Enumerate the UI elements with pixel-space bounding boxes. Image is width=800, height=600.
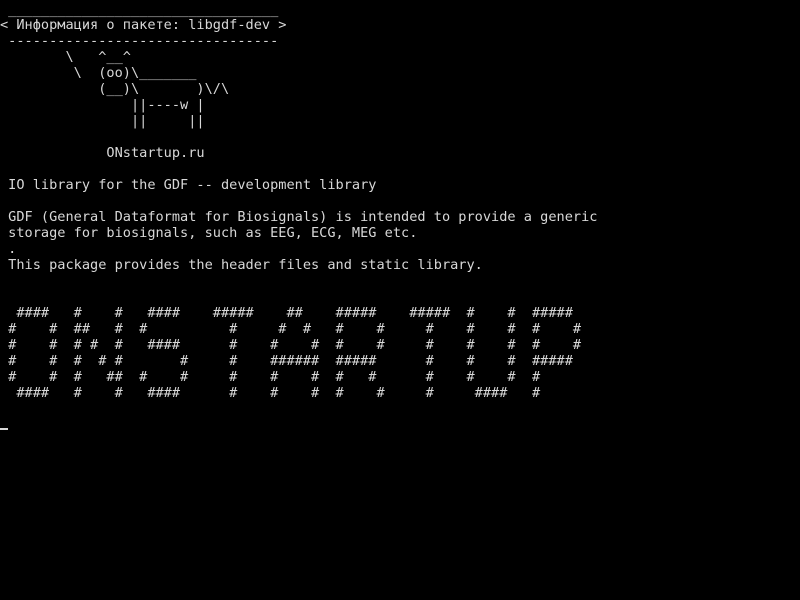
package-summary: IO library for the GDF -- development li… <box>0 177 377 193</box>
ascii-banner-line: # # # ## # # # # # # # # # # # <box>0 369 541 385</box>
ascii-banner-line: # # # # # # # ###### ##### # # # ##### <box>0 353 573 369</box>
speech-bubble-top-border: _________________________________ <box>0 2 279 18</box>
package-description-line: storage for biosignals, such as EEG, ECG… <box>0 225 418 241</box>
text-cursor <box>0 428 8 430</box>
ascii-cow-line: \ (oo)\_______ <box>0 65 197 81</box>
ascii-cow-line: || || <box>0 113 205 129</box>
speech-bubble-bottom-border: --------------------------------- <box>0 33 279 49</box>
ascii-cow-line: (__)\ )\/\ <box>0 81 230 97</box>
speech-bubble-message: < Информация о пакете: libgdf-dev > <box>0 17 287 33</box>
package-description-line: GDF (General Dataformat for Biosignals) … <box>0 209 598 225</box>
ascii-cow-line: \ ^__^ <box>0 49 131 65</box>
ascii-banner-line: # # ## # # # # # # # # # # # # <box>0 321 582 337</box>
terminal-screen[interactable]: _________________________________ < Инфо… <box>0 0 800 600</box>
ascii-banner-line: #### # # #### ##### ## ##### ##### # # #… <box>0 305 573 321</box>
credit-text: ONstartup.ru <box>0 145 205 161</box>
package-description-line: This package provides the header files a… <box>0 257 483 273</box>
package-description-line: . <box>0 241 17 257</box>
ascii-cow-line: ||----w | <box>0 97 205 113</box>
ascii-banner-line: #### # # #### # # # # # # #### # <box>0 385 541 401</box>
ascii-banner-line: # # # # # #### # # # # # # # # # # <box>0 337 582 353</box>
